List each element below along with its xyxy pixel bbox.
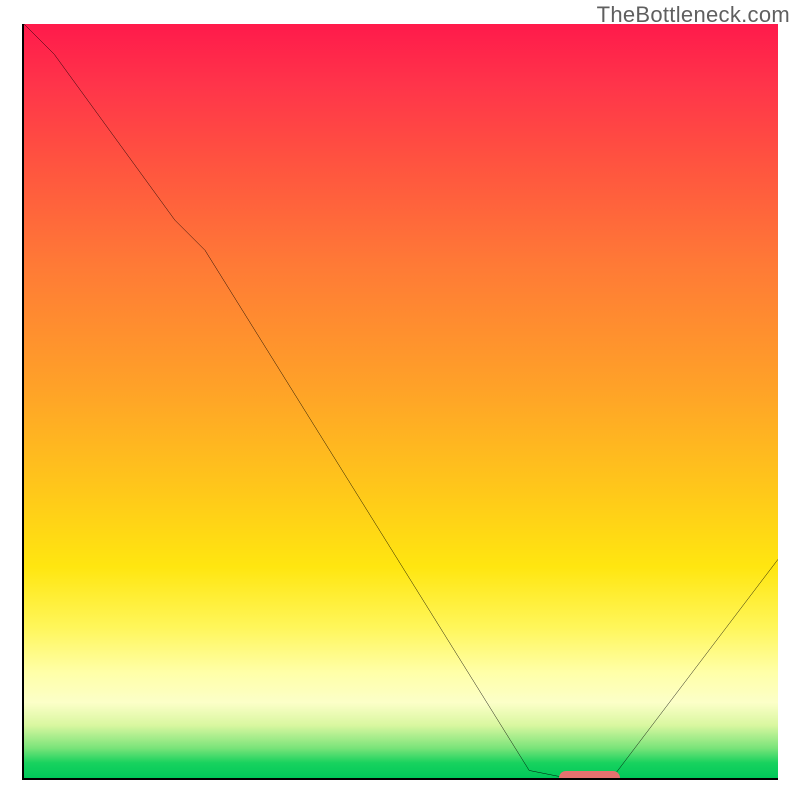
- optimal-range-marker: [559, 771, 619, 780]
- watermark-text: TheBottleneck.com: [597, 2, 790, 28]
- chart-area: [22, 24, 778, 780]
- bottleneck-curve: [24, 24, 778, 778]
- curve-path: [24, 24, 778, 778]
